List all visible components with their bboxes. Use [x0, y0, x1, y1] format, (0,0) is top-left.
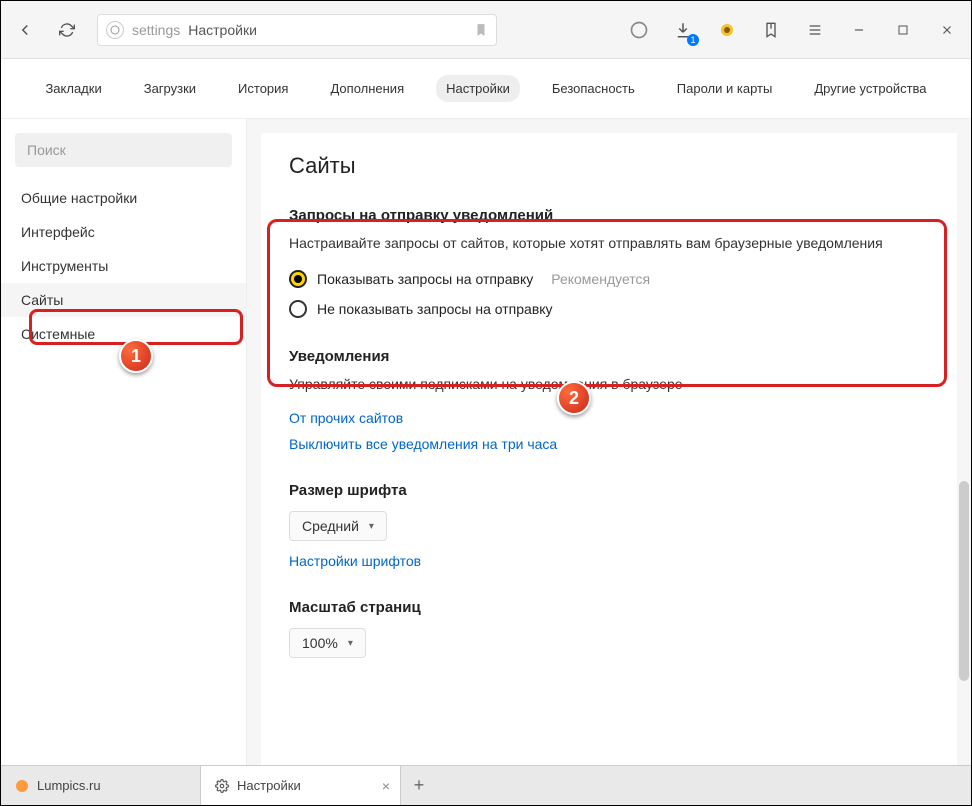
topnav-addons[interactable]: Дополнения [320, 75, 414, 102]
menu-icon[interactable] [803, 18, 827, 42]
topnav-history[interactable]: История [228, 75, 298, 102]
notifications-section: Уведомления Управляйте своими подписками… [289, 348, 957, 453]
tab-settings[interactable]: Настройки × [201, 766, 401, 805]
close-window-button[interactable] [935, 18, 959, 42]
topnav-security[interactable]: Безопасность [542, 75, 645, 102]
extension-icon[interactable] [715, 18, 739, 42]
font-size-select[interactable]: Средний [289, 511, 387, 541]
topnav-settings[interactable]: Настройки [436, 75, 520, 102]
url-title: Настройки [188, 22, 257, 38]
notif-req-heading: Запросы на отправку уведомлений [289, 207, 957, 224]
sidebar-search[interactable]: Поиск [15, 133, 232, 167]
topnav-downloads[interactable]: Загрузки [134, 75, 206, 102]
tab-lumpics[interactable]: Lumpics.ru [1, 766, 201, 805]
url-prefix: settings [132, 22, 180, 38]
topnav-bookmarks[interactable]: Закладки [35, 75, 111, 102]
sidebar-item-tools[interactable]: Инструменты [1, 249, 246, 283]
search-placeholder: Поиск [27, 142, 66, 158]
link-other-sites[interactable]: От прочих сайтов [289, 410, 957, 426]
page-title: Сайты [289, 153, 957, 179]
bookmarks-icon[interactable] [759, 18, 783, 42]
favicon-lumpics [15, 779, 29, 793]
annotation-marker-2: 2 [557, 381, 591, 415]
tabstrip: Lumpics.ru Настройки × + [1, 765, 971, 805]
scrollbar[interactable] [959, 481, 969, 681]
link-mute-3h[interactable]: Выключить все уведомления на три часа [289, 436, 957, 452]
zoom-heading: Масштаб страниц [289, 599, 957, 616]
font-heading: Размер шрифта [289, 482, 957, 499]
main-area: Поиск Общие настройки Интерфейс Инструме… [1, 119, 971, 767]
link-font-settings[interactable]: Настройки шрифтов [289, 553, 957, 569]
new-tab-button[interactable]: + [401, 766, 437, 805]
radio-icon [289, 270, 307, 288]
sidebar-list: Общие настройки Интерфейс Инструменты Са… [1, 181, 246, 351]
gear-icon [215, 779, 229, 793]
topnav-passwords[interactable]: Пароли и карты [667, 75, 783, 102]
toolbar-right [627, 18, 959, 42]
notif-desc: Управляйте своими подписками на уведомле… [289, 375, 957, 395]
radio-show-label: Показывать запросы на отправку [317, 271, 533, 287]
tab-label: Настройки [237, 778, 301, 793]
radio-show-requests[interactable]: Показывать запросы на отправку Рекоменду… [289, 270, 957, 288]
reload-button[interactable] [55, 18, 79, 42]
back-button[interactable] [13, 18, 37, 42]
zoom-section: Масштаб страниц 100% [289, 599, 957, 658]
radio-icon [289, 300, 307, 318]
sidebar-item-sites[interactable]: Сайты [1, 283, 246, 317]
close-tab-icon[interactable]: × [382, 778, 390, 794]
notification-requests-card: Запросы на отправку уведомлений Настраив… [289, 207, 957, 318]
content-panel: Сайты Запросы на отправку уведомлений На… [261, 133, 957, 767]
zoom-select[interactable]: 100% [289, 628, 366, 658]
annotation-marker-1: 1 [119, 339, 153, 373]
radio-hide-requests[interactable]: Не показывать запросы на отправку [289, 300, 957, 318]
topnav-devices[interactable]: Другие устройства [804, 75, 936, 102]
zen-icon[interactable] [627, 18, 651, 42]
notif-req-desc: Настраивайте запросы от сайтов, которые … [289, 234, 957, 254]
sidebar-item-general[interactable]: Общие настройки [1, 181, 246, 215]
sidebar-item-interface[interactable]: Интерфейс [1, 215, 246, 249]
browser-toolbar: settings Настройки [1, 1, 971, 59]
tab-label: Lumpics.ru [37, 778, 101, 793]
site-icon [106, 21, 124, 39]
font-section: Размер шрифта Средний Настройки шрифтов [289, 482, 957, 569]
notif-heading: Уведомления [289, 348, 957, 365]
maximize-button[interactable] [891, 18, 915, 42]
radio-hide-label: Не показывать запросы на отправку [317, 301, 553, 317]
downloads-icon[interactable] [671, 18, 695, 42]
settings-topnav: Закладки Загрузки История Дополнения Нас… [1, 59, 971, 119]
bookmark-icon[interactable] [474, 23, 488, 37]
minimize-button[interactable] [847, 18, 871, 42]
sidebar: Поиск Общие настройки Интерфейс Инструме… [1, 119, 247, 767]
radio-show-hint: Рекомендуется [551, 271, 650, 287]
url-bar[interactable]: settings Настройки [97, 14, 497, 46]
